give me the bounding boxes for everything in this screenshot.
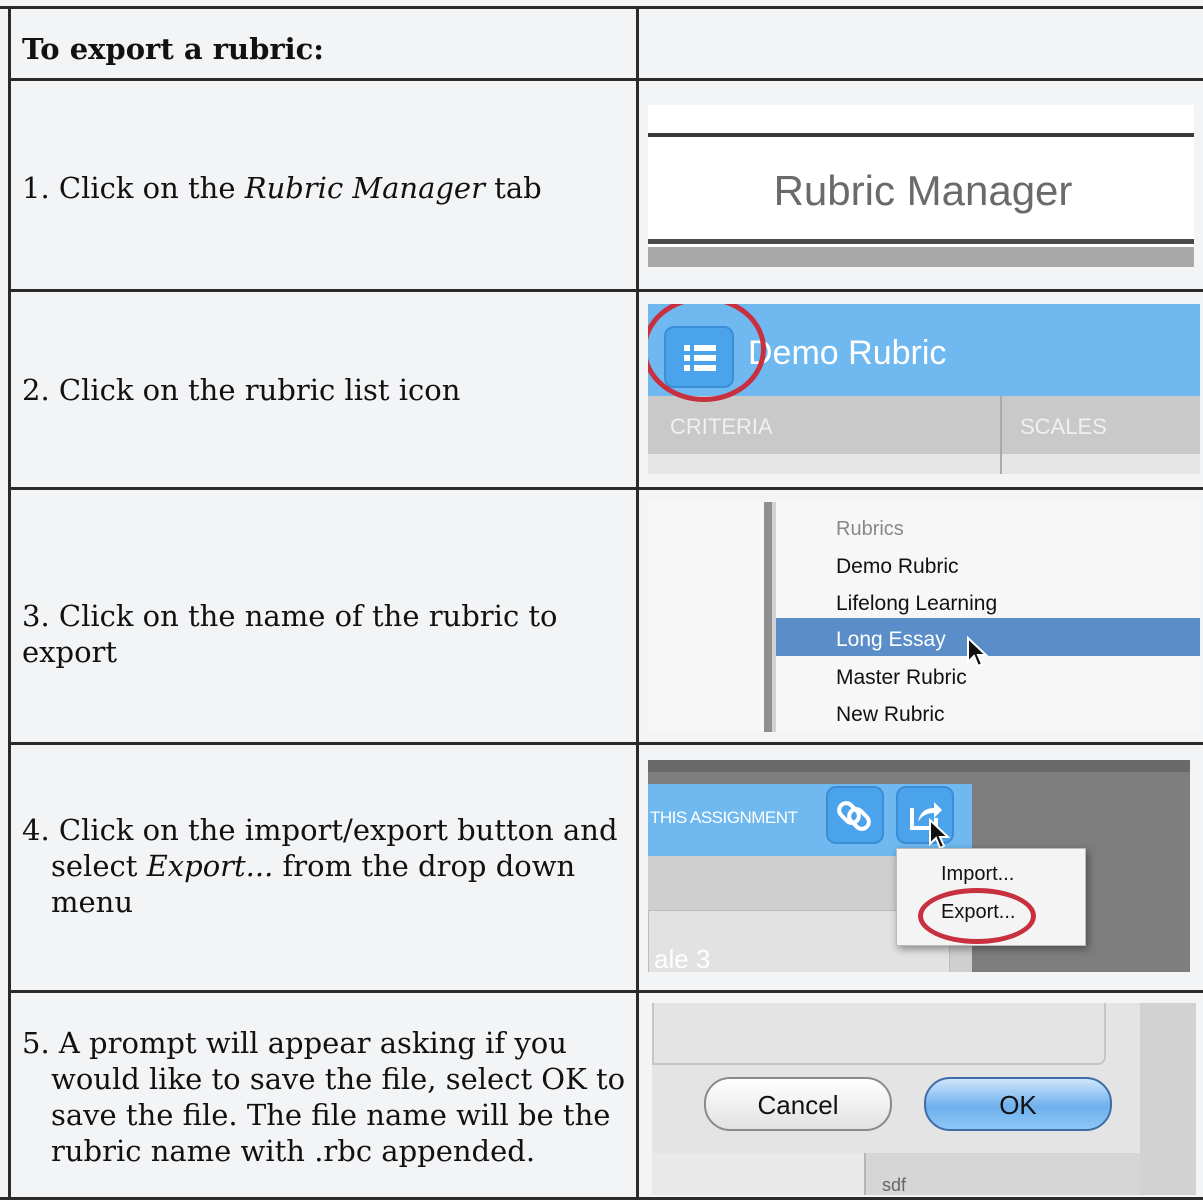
step-3-text: 3. Click on the name of the rubric to ex… <box>22 599 558 669</box>
mouse-cursor-icon <box>929 818 951 850</box>
tab-shadow <box>648 247 1194 267</box>
list-sidebar-shadow <box>772 502 776 732</box>
rubric-item-demo-rubric[interactable]: Demo Rubric <box>836 555 959 579</box>
screenshot-rubric-list-icon: Demo Rubric CRITERIA SCALES <box>648 304 1200 474</box>
instruction-table: To export a rubric: 1. Click on the Rubr… <box>0 0 1203 1200</box>
cancel-button-label: Cancel <box>757 1090 839 1120</box>
highlight-circle <box>918 888 1036 944</box>
link-icon <box>837 801 871 831</box>
rubric-title: Demo Rubric <box>748 334 947 372</box>
lower-panel-divider <box>864 1153 866 1195</box>
row-divider <box>8 990 1203 993</box>
table-column-divider <box>636 6 639 1200</box>
rubric-item-new-rubric[interactable]: New Rubric <box>836 703 945 727</box>
row-divider <box>8 78 1203 81</box>
step-5-text: 5. A prompt will appear asking if you wo… <box>22 1026 626 1168</box>
screenshot-import-export-menu: THIS ASSIGNMENT ale 3 Import... Export..… <box>648 760 1190 972</box>
dialog-textarea <box>652 1003 1106 1065</box>
menu-item-import[interactable]: Import... <box>941 863 1014 886</box>
screenshot-save-prompt: Cancel OK sdf <box>652 1003 1196 1195</box>
row-divider <box>8 487 1203 490</box>
footer-text: sdf <box>882 1175 907 1195</box>
rubric-item-master-rubric[interactable]: Master Rubric <box>836 666 967 690</box>
ok-button[interactable]: OK <box>924 1077 1112 1131</box>
rubric-manager-tab[interactable]: Rubric Manager <box>648 167 1194 215</box>
tab-top-border <box>648 133 1194 137</box>
step-1-text: 1. Click on the Rubric Manager tab <box>22 171 542 205</box>
rubric-item-lifelong-learning[interactable]: Lifelong Learning <box>836 592 997 616</box>
partial-scale-label: ale 3 <box>654 944 711 972</box>
row-divider <box>8 289 1203 292</box>
screenshot-rubric-list: Rubrics Demo Rubric Lifelong Learning Lo… <box>648 502 1200 732</box>
scales-column-header[interactable]: SCALES <box>1020 414 1107 440</box>
mouse-cursor-icon <box>967 636 989 668</box>
table-border-top <box>0 6 1203 9</box>
column-divider <box>1000 396 1002 474</box>
tab-bottom-border <box>648 239 1194 244</box>
this-assignment-label: THIS ASSIGNMENT <box>650 808 798 827</box>
table-heading: To export a rubric: <box>22 32 325 66</box>
criteria-column-header[interactable]: CRITERIA <box>670 414 773 440</box>
cancel-button[interactable]: Cancel <box>704 1077 892 1131</box>
row-divider <box>8 742 1203 745</box>
step-4-text: 4. Click on the import/export button and… <box>22 813 618 919</box>
right-edge <box>1140 1003 1196 1195</box>
rubrics-list-header: Rubrics <box>836 518 904 540</box>
top-shadow <box>648 760 1190 772</box>
ok-button-label: OK <box>999 1090 1037 1120</box>
screenshot-rubric-manager-tab: Rubric Manager <box>648 105 1194 267</box>
rubric-item-long-essay-label: Long Essay <box>836 628 946 651</box>
link-button[interactable] <box>826 786 884 844</box>
list-sidebar-edge <box>764 502 772 732</box>
step-2-text: 2. Click on the rubric list icon <box>22 373 461 407</box>
table-border-left <box>8 6 11 1200</box>
